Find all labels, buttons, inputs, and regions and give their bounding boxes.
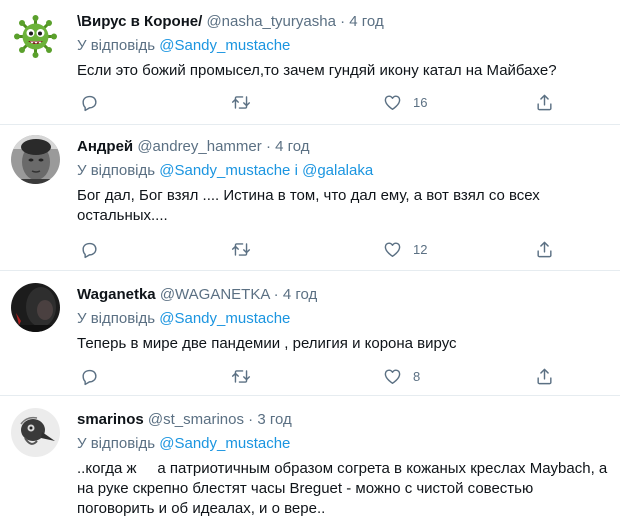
author-handle[interactable]: @andrey_hammer (137, 138, 261, 155)
like-button[interactable]: 12 (383, 239, 427, 259)
tweet-actions: 8 (77, 366, 557, 390)
dark-portrait-avatar (11, 283, 60, 332)
reply-prefix: У відповідь (77, 37, 156, 54)
tweet[interactable]: Waganetka @WAGANETKA · 4 год У відповідь… (0, 271, 620, 396)
like-count: 8 (413, 368, 421, 384)
mention-link[interactable]: @Sandy_mustache (159, 162, 290, 179)
avatar[interactable] (11, 135, 60, 184)
tweet-text: ..когда ж а патриотичным образом согрета… (77, 460, 612, 517)
reply-button[interactable] (80, 366, 110, 386)
reply-prefix: У відповідь (77, 162, 156, 179)
tweet-actions: 12 (77, 239, 557, 263)
heart-icon (384, 368, 401, 384)
tweet[interactable]: \Вирус в Короне/ @nasha_tyuryasha · 4 го… (0, 0, 620, 125)
share-button[interactable] (535, 92, 554, 112)
virus-avatar-image (11, 12, 60, 61)
heart-icon (384, 241, 401, 257)
mention-link[interactable]: @Sandy_mustache (159, 310, 290, 327)
author-name[interactable]: smarinos (77, 411, 144, 428)
retweet-button[interactable] (231, 239, 262, 259)
share-icon (537, 94, 552, 110)
separator-dot: · (265, 138, 271, 155)
heart-icon (384, 94, 401, 110)
retweet-icon (231, 95, 251, 109)
author-name[interactable]: \Вирус в Короне/ (77, 13, 202, 30)
retweet-icon (231, 242, 251, 256)
reply-button[interactable] (80, 239, 110, 259)
reply-button[interactable] (80, 92, 110, 112)
avatar[interactable] (11, 408, 60, 457)
mention-link[interactable]: @galalaka (302, 162, 373, 179)
tweet[interactable]: Андрей @andrey_hammer · 4 год У відповід… (0, 125, 620, 271)
reply-icon (82, 242, 97, 258)
reply-icon (82, 95, 97, 111)
bird-skull-avatar (11, 408, 60, 457)
reply-prefix: У відповідь (77, 435, 156, 452)
author-handle[interactable]: @WAGANETKA (160, 286, 270, 303)
share-icon (537, 368, 552, 384)
mention-conjunction: і (294, 162, 298, 179)
separator-dot: · (248, 411, 254, 428)
tweet-text: Бог дал, Бог взял .... Истина в том, что… (77, 187, 540, 224)
timestamp[interactable]: 3 год (257, 411, 291, 428)
like-button[interactable]: 16 (383, 92, 427, 112)
author-handle[interactable]: @nasha_tyuryasha (206, 13, 335, 30)
tweet-actions: 16 (77, 92, 557, 116)
share-button[interactable] (535, 366, 554, 386)
timestamp[interactable]: 4 год (283, 286, 317, 303)
reply-icon (82, 369, 97, 385)
like-count: 12 (413, 241, 428, 257)
share-icon (537, 241, 552, 257)
tweet[interactable]: smarinos @st_smarinos · 3 год У відповід… (0, 396, 620, 528)
avatar[interactable] (11, 12, 60, 61)
avatar[interactable] (11, 283, 60, 332)
separator-dot: · (340, 13, 346, 30)
retweet-icon (231, 369, 251, 383)
share-button[interactable] (535, 239, 554, 259)
timestamp[interactable]: 4 год (275, 138, 309, 155)
timestamp[interactable]: 4 год (349, 13, 383, 30)
separator-dot: · (273, 286, 279, 303)
like-button[interactable]: 8 (383, 366, 420, 386)
like-count: 16 (413, 94, 428, 110)
user-photo-avatar (11, 135, 60, 184)
tweet-text: Теперь в мире две пандемии , религия и к… (77, 335, 457, 352)
reply-prefix: У відповідь (77, 310, 156, 327)
retweet-button[interactable] (231, 366, 262, 386)
retweet-button[interactable] (231, 92, 262, 112)
author-name[interactable]: Андрей (77, 138, 133, 155)
tweet-text: Если это божий промысел,то зачем гундяй … (77, 62, 557, 79)
mention-link[interactable]: @Sandy_mustache (159, 435, 290, 452)
mention-link[interactable]: @Sandy_mustache (159, 37, 290, 54)
author-handle[interactable]: @st_smarinos (148, 411, 244, 428)
author-name[interactable]: Waganetka (77, 286, 156, 303)
